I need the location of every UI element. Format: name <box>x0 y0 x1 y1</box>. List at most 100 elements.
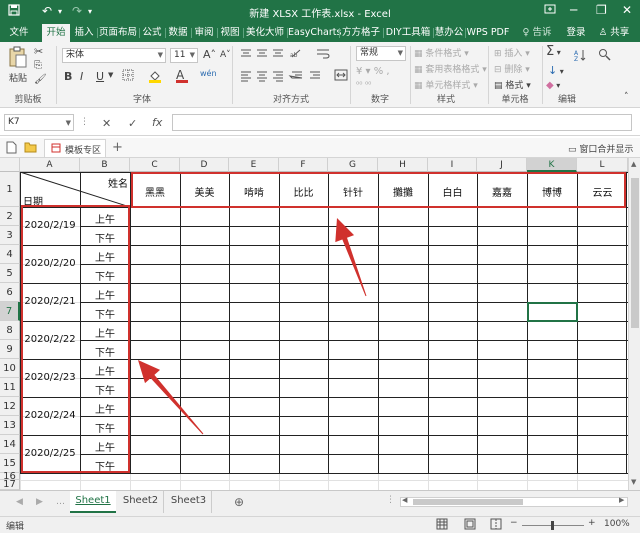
active-cell-k7[interactable] <box>527 302 578 322</box>
select-all-corner[interactable] <box>0 158 20 172</box>
tab-file[interactable]: 文件 <box>6 24 32 42</box>
row-header-5[interactable]: 5 <box>0 264 20 283</box>
number-format-combo[interactable]: 常规 ▼ <box>356 46 406 61</box>
column-header-k[interactable]: K <box>527 158 577 172</box>
template-center-tab[interactable]: 模板专区 <box>44 139 106 157</box>
more-sheets-icon[interactable]: … <box>56 497 65 507</box>
sort-filter-icon[interactable]: AZ <box>574 48 588 65</box>
column-header-l[interactable]: L <box>577 158 628 172</box>
autosum-icon[interactable]: Σ ▾ <box>546 44 561 59</box>
currency-format-icon[interactable]: ¥ ▾ % , <box>356 66 390 77</box>
tab-review[interactable]: 审阅 <box>192 24 216 42</box>
tab-beautify-master[interactable]: 美化大师 <box>244 24 286 42</box>
font-color-button[interactable]: A <box>176 68 188 83</box>
tab-easycharts[interactable]: EasyCharts <box>288 24 341 42</box>
row-header-17[interactable]: 17 <box>0 480 20 490</box>
font-name-combo[interactable]: 宋体 ▼ <box>62 48 166 63</box>
tab-view[interactable]: 视图 <box>218 24 242 42</box>
collapse-ribbon-icon[interactable]: ˄ <box>624 92 629 102</box>
fill-down-icon[interactable]: ↓ ▾ <box>548 64 564 77</box>
tab-wps-pdf[interactable]: WPS PDF <box>466 24 510 42</box>
row-header-14[interactable]: 14 <box>0 435 20 454</box>
row-header-4[interactable]: 4 <box>0 245 20 264</box>
font-size-combo[interactable]: 11 ▼ <box>170 48 198 63</box>
column-header-c[interactable]: C <box>130 158 180 172</box>
tab-diy-toolbox[interactable]: DIY工具箱 <box>384 24 432 42</box>
conditional-formatting-button[interactable]: ▦ 条件格式 ▾ <box>414 46 469 59</box>
row-header-3[interactable]: 3 <box>0 226 20 245</box>
row-header-6[interactable]: 6 <box>0 283 20 302</box>
page-layout-view-icon[interactable] <box>464 518 476 533</box>
tab-page-layout[interactable]: 页面布局 <box>98 24 138 42</box>
scroll-left-icon[interactable]: ◀ <box>402 496 407 504</box>
column-header-i[interactable]: I <box>428 158 477 172</box>
column-header-h[interactable]: H <box>378 158 428 172</box>
format-as-table-button[interactable]: ▦ 套用表格格式 ▾ <box>414 62 487 75</box>
add-sheet-button[interactable]: ⊕ <box>234 495 244 509</box>
ribbon-display-options-icon[interactable] <box>544 3 556 18</box>
horizontal-scrollbar[interactable]: ◀ ▶ <box>400 496 628 507</box>
grow-font-button[interactable]: A˄ <box>203 48 216 61</box>
tab-insert[interactable]: 插入 <box>72 24 96 42</box>
zoom-in-button[interactable]: + <box>588 518 596 528</box>
column-header-j[interactable]: J <box>477 158 527 172</box>
tell-me-search[interactable]: ♀ 告诉我... <box>514 24 560 56</box>
close-button[interactable]: ✕ <box>622 3 632 17</box>
formula-input[interactable] <box>172 114 632 131</box>
align-left-icon[interactable] <box>240 70 330 85</box>
merge-window-button[interactable]: ▭ 窗口合并显示 <box>568 142 633 155</box>
minimize-button[interactable]: ─ <box>570 3 577 17</box>
cell-styles-button[interactable]: ▦ 单元格样式 ▾ <box>414 78 478 91</box>
enter-formula-button[interactable]: ✓ <box>128 117 137 130</box>
sheet-tab-sheet2[interactable]: Sheet2 <box>118 491 164 513</box>
sheet-tab-sheet3[interactable]: Sheet3 <box>166 491 212 513</box>
row-header-7[interactable]: 7 <box>0 302 20 321</box>
column-header-b[interactable]: B <box>80 158 130 172</box>
delete-cells-button[interactable]: ⊟ 删除 ▾ <box>494 62 530 75</box>
scroll-thumb[interactable] <box>631 178 639 328</box>
row-header-13[interactable]: 13 <box>0 416 20 435</box>
row-header-2[interactable]: 2 <box>0 207 20 226</box>
hscroll-thumb[interactable] <box>413 499 523 505</box>
tab-formulas[interactable]: 公式 <box>140 24 164 42</box>
row-header-10[interactable]: 10 <box>0 359 20 378</box>
italic-button[interactable]: I <box>80 70 83 83</box>
underline-dropdown-icon[interactable]: ▼ <box>108 71 113 79</box>
page-break-view-icon[interactable] <box>490 518 502 533</box>
tab-home[interactable]: 开始 <box>42 24 70 42</box>
name-box[interactable]: K7 ▼ <box>4 114 74 131</box>
login-link[interactable]: 登录 <box>564 24 588 42</box>
clear-icon[interactable]: ◆ ▾ <box>546 80 560 91</box>
cancel-formula-button[interactable]: ✕ <box>102 117 111 130</box>
column-header-e[interactable]: E <box>229 158 279 172</box>
shrink-font-button[interactable]: A˅ <box>220 50 231 60</box>
folder-icon[interactable] <box>24 141 37 156</box>
zoom-out-button[interactable]: − <box>510 518 518 528</box>
scroll-right-icon[interactable]: ▶ <box>619 496 624 504</box>
normal-view-icon[interactable] <box>436 518 448 533</box>
underline-button[interactable]: U <box>96 70 104 83</box>
row-header-11[interactable]: 11 <box>0 378 20 397</box>
column-header-f[interactable]: F <box>279 158 328 172</box>
row-header-9[interactable]: 9 <box>0 340 20 359</box>
tab-fangfang-gezi[interactable]: 方方格子 <box>340 24 382 42</box>
wrap-text-icon[interactable] <box>316 48 330 63</box>
insert-cells-button[interactable]: ⊞ 插入 ▾ <box>494 46 530 59</box>
scroll-up-icon[interactable]: ▲ <box>631 160 636 168</box>
add-tab-button[interactable]: + <box>112 140 123 155</box>
zoom-slider[interactable] <box>522 521 584 530</box>
row-header-8[interactable]: 8 <box>0 321 20 340</box>
row-header-12[interactable]: 12 <box>0 397 20 416</box>
copy-icon[interactable]: ⎘ <box>34 60 42 71</box>
column-header-a[interactable]: A <box>20 158 80 172</box>
paste-button[interactable]: 粘贴 <box>8 46 28 84</box>
tab-splitter-icon[interactable]: ⋮ <box>386 495 395 505</box>
scroll-down-icon[interactable]: ▼ <box>631 478 636 486</box>
zoom-slider-thumb[interactable] <box>551 521 554 530</box>
spreadsheet-grid[interactable]: A B C D E F G H I J K L 1 2 3 4 5 6 7 8 9 10 11 12 13 14 15 16 17 姓名日… <box>0 158 628 490</box>
next-sheet-icon[interactable]: ▶ <box>36 497 43 507</box>
tab-data[interactable]: 数据 <box>166 24 190 42</box>
decimal-places-icon[interactable]: ⁰⁰ ⁰⁰ <box>356 80 371 89</box>
share-button[interactable]: ♙ 共享 <box>592 24 636 42</box>
merge-center-icon[interactable] <box>334 69 348 84</box>
